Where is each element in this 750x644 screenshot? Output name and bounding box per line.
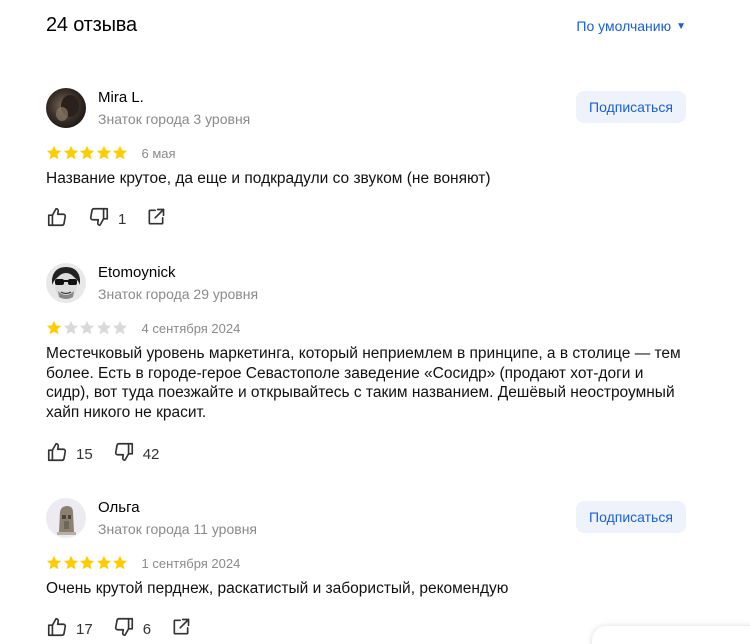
floating-panel-edge	[592, 626, 750, 644]
author-level: Знаток города 11 уровня	[98, 521, 258, 537]
rating-row: 6 мая	[46, 145, 176, 161]
thumbs-up-icon	[46, 616, 68, 643]
sort-dropdown[interactable]: По умолчанию ▼	[576, 18, 686, 34]
reviews-header: 24 отзыва По умолчанию ▼	[46, 14, 686, 40]
like-button[interactable]: 15	[46, 441, 93, 468]
chevron-down-icon: ▼	[676, 20, 686, 32]
dislike-button[interactable]: 6	[113, 616, 151, 643]
like-button[interactable]	[46, 206, 68, 233]
star-empty-icon	[96, 320, 112, 336]
star-filled-icon	[63, 555, 79, 571]
star-filled-icon	[79, 555, 95, 571]
star-rating	[46, 145, 129, 161]
thumbs-down-icon	[88, 206, 110, 233]
star-filled-icon	[63, 145, 79, 161]
star-filled-icon	[96, 145, 112, 161]
dislikes-count: 6	[142, 621, 152, 638]
dislike-button[interactable]: 42	[113, 441, 160, 468]
share-button[interactable]	[171, 617, 191, 642]
share-icon	[171, 617, 191, 642]
star-filled-icon	[46, 320, 62, 336]
review-text: Название крутое, да еще и подкрадули со …	[46, 170, 491, 187]
star-filled-icon	[112, 555, 128, 571]
author-level: Знаток города 3 уровня	[98, 111, 251, 127]
star-rating	[46, 555, 129, 571]
like-button[interactable]: 17	[46, 616, 93, 643]
review-text: Очень крутой перднеж, раскатистый и забо…	[46, 580, 509, 597]
thumbs-down-icon	[113, 616, 135, 643]
author-name[interactable]: Mira L.	[98, 89, 144, 106]
star-empty-icon	[112, 320, 128, 336]
likes-count: 15	[76, 446, 93, 463]
review-actions: 15 42	[46, 441, 179, 468]
review-date: 4 сентября 2024	[141, 320, 241, 336]
reviews-count-title: 24 отзыва	[46, 14, 137, 36]
thumbs-up-icon	[46, 441, 68, 468]
star-filled-icon	[46, 555, 62, 571]
author-name[interactable]: Ольга	[98, 499, 140, 516]
review-actions: 17 6	[46, 616, 211, 643]
rating-row: 4 сентября 2024	[46, 320, 240, 336]
star-filled-icon	[96, 555, 112, 571]
star-empty-icon	[63, 320, 79, 336]
thumbs-up-icon	[46, 206, 68, 233]
avatar[interactable]	[46, 498, 86, 538]
rating-row: 1 сентября 2024	[46, 555, 240, 571]
likes-count: 17	[76, 621, 93, 638]
star-filled-icon	[79, 145, 95, 161]
review-date: 6 мая	[141, 145, 176, 161]
subscribe-button[interactable]: Подписаться	[576, 501, 686, 533]
review-text: Местечковый уровень маркетинга, который …	[46, 345, 681, 421]
dislike-button[interactable]: 1	[88, 206, 126, 233]
avatar[interactable]	[46, 88, 86, 128]
share-icon	[146, 207, 166, 232]
star-rating	[46, 320, 129, 336]
dislikes-count: 1	[118, 211, 127, 228]
sort-label: По умолчанию	[576, 18, 672, 34]
author-level: Знаток города 29 уровня	[98, 286, 259, 302]
share-button[interactable]	[146, 207, 166, 232]
star-filled-icon	[46, 145, 62, 161]
star-empty-icon	[79, 320, 95, 336]
author-name[interactable]: Etomoynick	[98, 264, 176, 281]
review-date: 1 сентября 2024	[141, 555, 241, 571]
star-filled-icon	[112, 145, 128, 161]
avatar[interactable]	[46, 263, 86, 303]
dislikes-count: 42	[142, 446, 160, 463]
review-actions: 1	[46, 206, 186, 233]
subscribe-button[interactable]: Подписаться	[576, 91, 686, 123]
thumbs-down-icon	[113, 441, 135, 468]
